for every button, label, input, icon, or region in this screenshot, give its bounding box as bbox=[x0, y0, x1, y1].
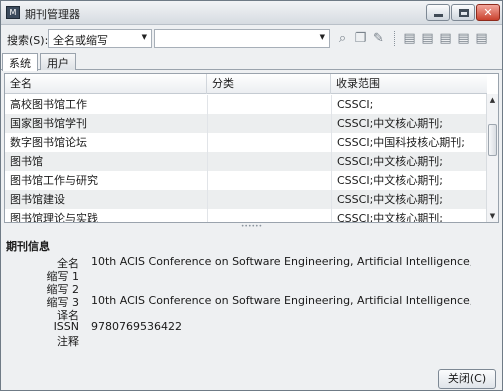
cell-scope: CSSCI;中文核心期刊; bbox=[331, 152, 487, 171]
detail-label: 注释 bbox=[57, 335, 79, 348]
detail-row: 缩写 3 10th ACIS Conference on Software En… bbox=[1, 294, 502, 309]
close-button[interactable]: 关闭(C) bbox=[438, 369, 496, 389]
add-copy-icon[interactable]: ▤ bbox=[420, 31, 435, 46]
cell-name: 高校图书馆工作 bbox=[10, 98, 87, 111]
search-label: 搜索(S): bbox=[7, 34, 49, 47]
detail-row: 全名 10th ACIS Conference on Software Engi… bbox=[1, 255, 502, 270]
edit-icon[interactable]: ✎ bbox=[371, 31, 386, 46]
splitter-grip[interactable]: •••••• bbox=[1, 223, 502, 231]
table-row[interactable]: 图书馆 CSSCI;中文核心期刊; bbox=[5, 152, 487, 171]
scroll-up-icon[interactable]: ▲ bbox=[487, 94, 498, 106]
detail-label: ISSN bbox=[53, 320, 79, 333]
cell-scope: CSSCI; bbox=[331, 95, 487, 114]
cell-scope: CSSCI;中文核心期刊; bbox=[331, 190, 487, 209]
table-row[interactable]: 数字图书馆论坛 CSSCI;中国科技核心期刊; bbox=[5, 133, 487, 152]
maximize-icon bbox=[459, 9, 469, 17]
cell-name: 国家图书馆学刊 bbox=[10, 117, 87, 130]
export-icon[interactable]: ▤ bbox=[456, 31, 471, 46]
toolbar-separator bbox=[394, 31, 395, 46]
tab-bar: 系统 用户 bbox=[1, 53, 502, 71]
cell-scope: CSSCI;中文核心期刊; bbox=[331, 114, 487, 133]
cell-category bbox=[207, 114, 331, 133]
cell-category bbox=[207, 152, 331, 171]
table-row[interactable]: 国家图书馆学刊 CSSCI;中文核心期刊; bbox=[5, 114, 487, 133]
column-header-scope[interactable]: 收录范围 bbox=[331, 74, 487, 94]
cell-name: 图书馆理论与实践 bbox=[10, 212, 98, 223]
scroll-thumb[interactable] bbox=[488, 124, 497, 156]
search-input[interactable]: ▼ bbox=[154, 29, 330, 48]
cell-category bbox=[207, 95, 331, 114]
detail-row: 注释 bbox=[1, 333, 502, 348]
cell-category bbox=[207, 209, 331, 222]
cell-category bbox=[207, 133, 331, 152]
cell-category bbox=[207, 171, 331, 190]
cell-name: 图书馆 bbox=[10, 155, 43, 168]
minimize-icon bbox=[434, 14, 443, 17]
detail-row: 译名 bbox=[1, 307, 502, 322]
copy-icon[interactable]: ❐ bbox=[353, 31, 368, 46]
chevron-down-icon: ▼ bbox=[319, 33, 325, 41]
search-field-value: 全名或缩写 bbox=[53, 34, 108, 47]
app-icon: M bbox=[6, 6, 20, 19]
chevron-down-icon: ▼ bbox=[141, 33, 147, 41]
table-row[interactable]: 高校图书馆工作 CSSCI; bbox=[5, 95, 487, 114]
vertical-scrollbar[interactable]: ▲ ▼ bbox=[486, 94, 498, 222]
close-window-button[interactable]: ✕ bbox=[476, 4, 500, 21]
cell-name: 图书馆建设 bbox=[10, 193, 65, 206]
detail-value: 10th ACIS Conference on Software Enginee… bbox=[91, 294, 471, 307]
cell-scope: CSSCI;中文核心期刊; bbox=[331, 171, 487, 190]
search-icon[interactable]: ⌕ bbox=[335, 31, 350, 46]
window-title: 期刊管理器 bbox=[25, 8, 80, 21]
delete-icon[interactable]: ▤ bbox=[438, 31, 453, 46]
column-header-name[interactable]: 全名 bbox=[5, 74, 207, 94]
detail-row: 缩写 2 bbox=[1, 281, 502, 296]
journal-manager-window: M 期刊管理器 ✕ 搜索(S): 全名或缩写 ▼ ▼ ⌕ ❐ ✎ ▤ ▤ ▤ ▤… bbox=[0, 0, 503, 391]
detail-section-title: 期刊信息 bbox=[6, 240, 50, 253]
import-icon[interactable]: ▤ bbox=[474, 31, 489, 46]
detail-row: ISSN 9780769536422 bbox=[1, 320, 502, 334]
table-row[interactable]: 图书馆理论与实践 CSSCI;中文核心期刊; bbox=[5, 209, 487, 223]
search-field-select[interactable]: 全名或缩写 ▼ bbox=[48, 29, 152, 48]
tab-user[interactable]: 用户 bbox=[40, 53, 76, 70]
table-header: 全名 分类 收录范围 bbox=[5, 74, 487, 94]
detail-value: 10th ACIS Conference on Software Enginee… bbox=[91, 255, 471, 268]
close-icon: ✕ bbox=[483, 6, 493, 19]
title-bar[interactable]: M 期刊管理器 ✕ bbox=[1, 1, 502, 25]
cell-category bbox=[207, 190, 331, 209]
cell-scope: CSSCI;中文核心期刊; bbox=[331, 209, 487, 222]
column-header-category[interactable]: 分类 bbox=[207, 74, 331, 94]
minimize-button[interactable] bbox=[426, 4, 450, 21]
cell-scope: CSSCI;中国科技核心期刊; bbox=[331, 133, 487, 152]
journal-table[interactable]: 全名 分类 收录范围 高校图书馆工作 CSSCI; 国家图书馆学刊 CSSCI;… bbox=[4, 73, 499, 223]
cell-name: 数字图书馆论坛 bbox=[10, 136, 87, 149]
scroll-down-icon[interactable]: ▼ bbox=[487, 210, 498, 222]
detail-row: 缩写 1 bbox=[1, 268, 502, 283]
tab-system[interactable]: 系统 bbox=[2, 53, 38, 71]
detail-value: 9780769536422 bbox=[91, 320, 182, 333]
maximize-button[interactable] bbox=[451, 4, 475, 21]
add-icon[interactable]: ▤ bbox=[402, 31, 417, 46]
cell-name: 图书馆工作与研究 bbox=[10, 174, 98, 187]
table-row[interactable]: 图书馆工作与研究 CSSCI;中文核心期刊; bbox=[5, 171, 487, 190]
table-row[interactable]: 图书馆建设 CSSCI;中文核心期刊; bbox=[5, 190, 487, 209]
